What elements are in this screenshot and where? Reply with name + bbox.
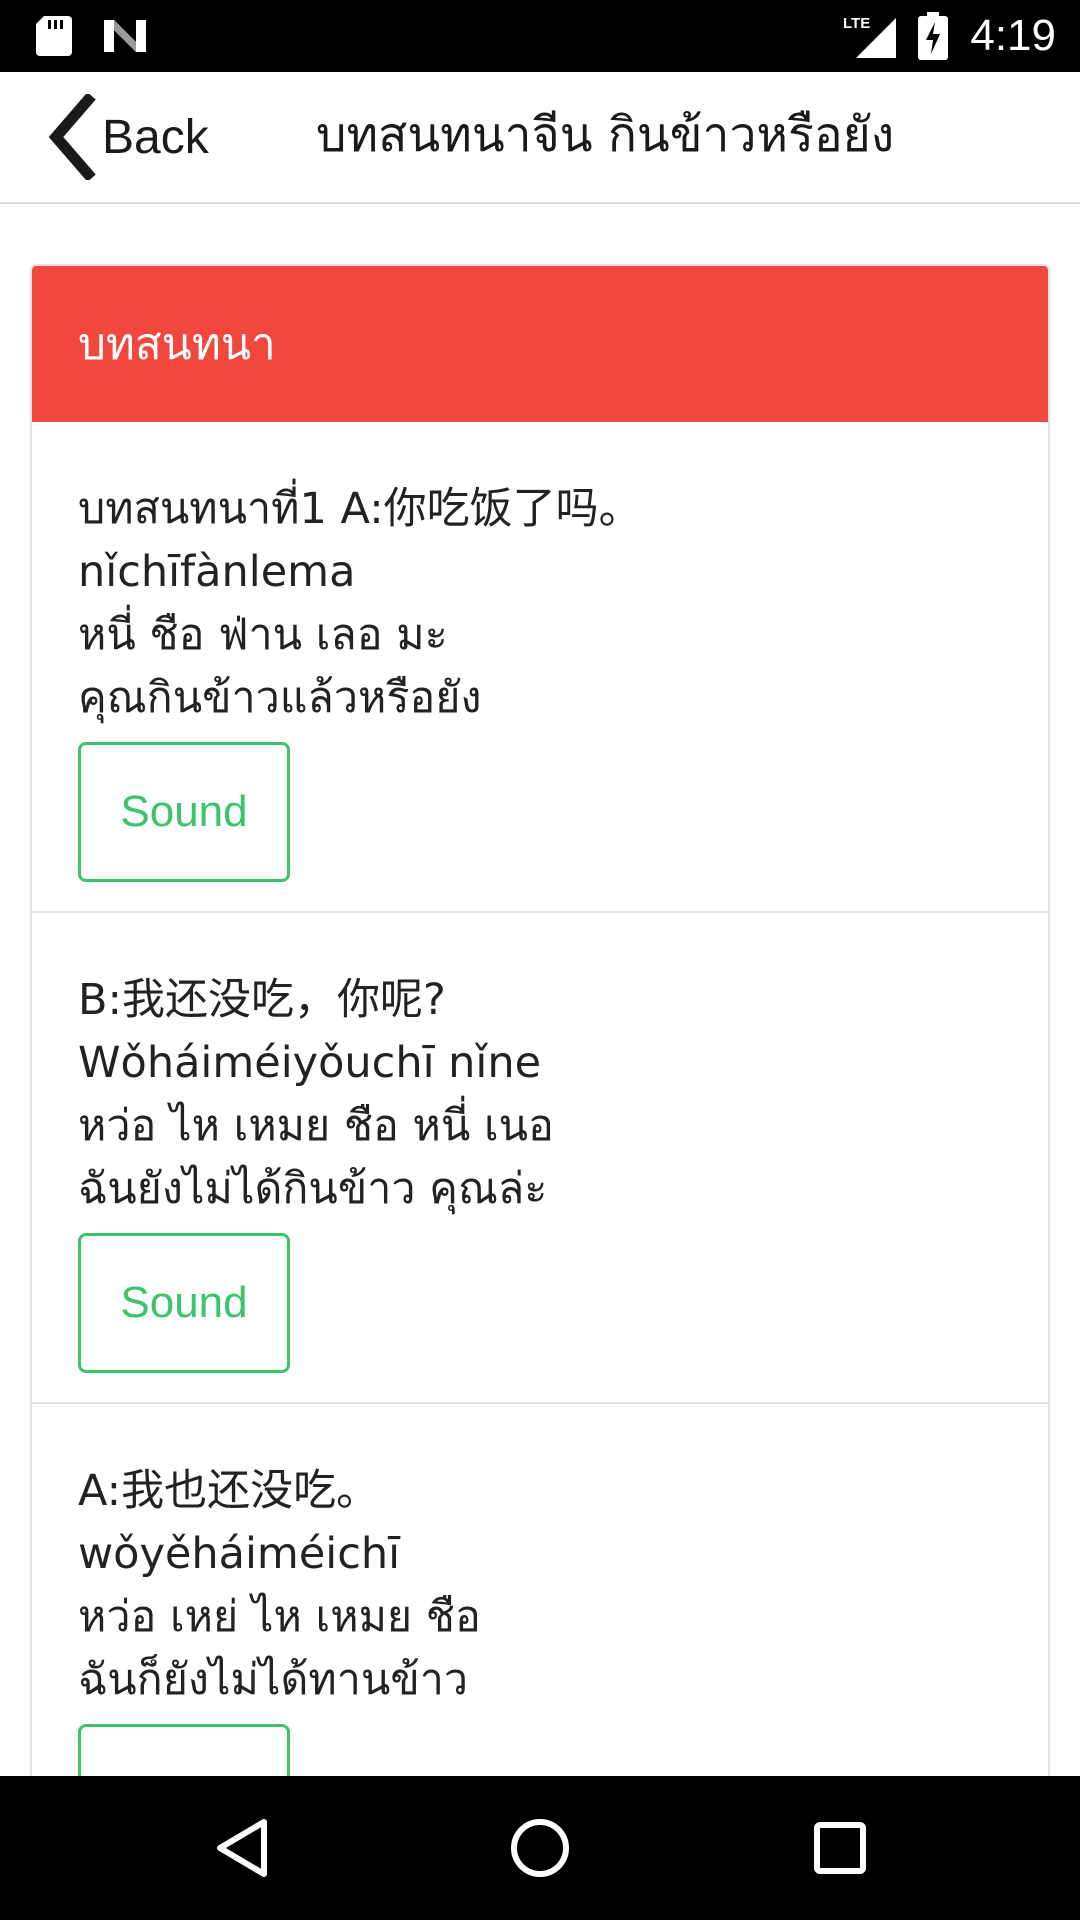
thai-reading-text: หว่อ เหย่ ไห เหมย ชือ xyxy=(78,1592,481,1642)
thai-meaning-text: คุณกินข้าวแล้วหรือยัง xyxy=(78,673,482,723)
card-header: บทสนทนา xyxy=(32,266,1048,422)
recents-square-icon xyxy=(814,1822,866,1874)
back-label: Back xyxy=(102,110,209,164)
dialog-item: B:我还没吃，你呢? Wǒháiméiyǒuchī nǐne หว่อ ไห เ… xyxy=(32,913,1048,1404)
chinese-text: บทสนทนาที่1 A:你吃饭了吗。 xyxy=(78,484,642,534)
status-clock: 4:19 xyxy=(970,11,1056,60)
conversation-card: บทสนทนา บทสนทนาที่1 A:你吃饭了吗。 nǐchīfànlem… xyxy=(30,264,1050,1920)
dialog-item: บทสนทนาที่1 A:你吃饭了吗。 nǐchīfànlema หนี่ ช… xyxy=(32,422,1048,913)
chinese-text: A:我也还没吃。 xyxy=(78,1466,380,1516)
sound-button[interactable]: Sound xyxy=(78,1233,290,1373)
thai-reading-text: หว่อ ไห เหมย ชือ หนี่ เนอ xyxy=(78,1101,554,1151)
app-screen: LTE 4:19 Back บทสนทนาจีน กินข้าวหรือยัง … xyxy=(0,0,1080,1920)
sound-button[interactable]: Sound xyxy=(78,742,290,882)
status-bar: LTE 4:19 xyxy=(0,0,1080,72)
back-button[interactable]: Back xyxy=(44,94,209,180)
thai-meaning-text: ฉันยังไม่ได้กินข้าว คุณล่ะ xyxy=(78,1164,548,1214)
pinyin-text: nǐchīfànlema xyxy=(78,547,356,597)
card-header-title: บทสนทนา xyxy=(78,319,276,370)
top-app-bar: Back บทสนทนาจีน กินข้าวหรือยัง xyxy=(0,72,1080,204)
thai-reading-text: หนี่ ชือ ฟ่าน เลอ มะ xyxy=(78,610,448,660)
nav-back-button[interactable] xyxy=(206,1812,278,1884)
chevron-left-icon xyxy=(48,94,96,180)
nav-recents-button[interactable] xyxy=(804,1812,876,1884)
thai-meaning-text: ฉันก็ยังไม่ได้ทานข้าว xyxy=(78,1655,469,1705)
lte-signal-icon: LTE xyxy=(843,15,896,58)
back-triangle-icon xyxy=(217,1819,267,1877)
page-title: บทสนทนาจีน กินข้าวหรือยัง xyxy=(316,107,895,163)
chinese-text: B:我还没吃，你呢? xyxy=(78,975,446,1025)
nav-home-button[interactable] xyxy=(504,1812,576,1884)
battery-charging-icon xyxy=(918,12,948,60)
system-nav-bar xyxy=(0,1776,1080,1920)
pinyin-text: Wǒháiméiyǒuchī nǐne xyxy=(78,1038,542,1088)
sd-card-icon xyxy=(36,16,72,56)
home-circle-icon xyxy=(511,1819,569,1877)
n-notification-icon xyxy=(104,20,146,52)
pinyin-text: wǒyěháiméichī xyxy=(78,1529,401,1579)
svg-text:LTE: LTE xyxy=(843,15,870,32)
